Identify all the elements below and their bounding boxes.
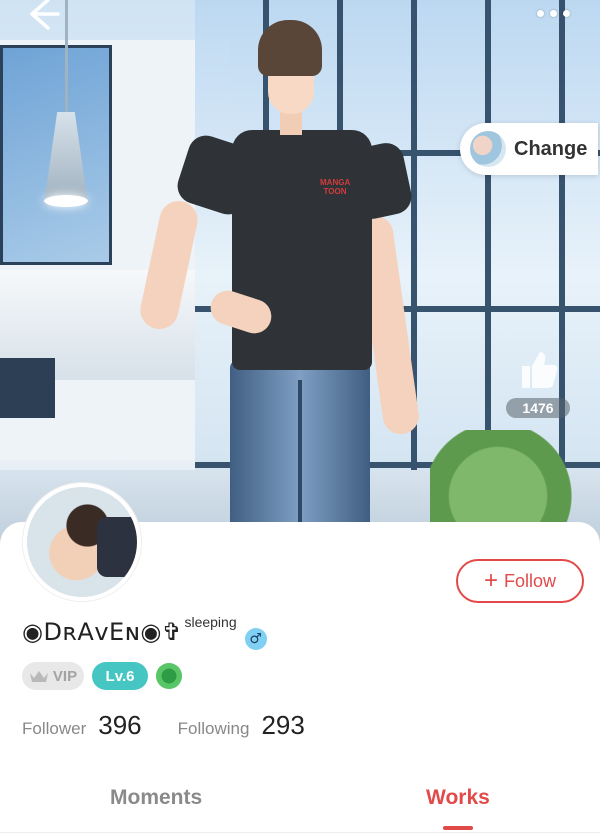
back-button[interactable] <box>22 0 62 34</box>
character-shirt <box>232 130 372 370</box>
character-thumbnail-icon <box>470 131 506 167</box>
crown-icon <box>29 671 48 682</box>
character-arm-left <box>136 197 202 333</box>
character-hero-image: MANGA TOON <box>0 0 600 560</box>
male-icon: ♂ <box>244 628 267 650</box>
follow-label: Follow <box>504 570 557 591</box>
character-hair <box>258 20 322 76</box>
medal-icon[interactable] <box>156 663 182 689</box>
avatar-image <box>97 517 137 577</box>
stats-row: Follower 396 Following 293 <box>22 710 329 741</box>
badge-row: VIP Lv.6 <box>22 662 182 690</box>
thumbs-up-icon <box>522 352 558 388</box>
follower-label[interactable]: Follower <box>22 719 86 739</box>
tab-moments[interactable]: Moments <box>110 786 202 810</box>
follower-count[interactable]: 396 <box>98 710 141 741</box>
character-figure: MANGA TOON <box>0 0 600 560</box>
tab-works[interactable]: Works <box>426 786 490 810</box>
more-dots-icon <box>536 9 544 17</box>
like-button[interactable] <box>518 348 558 390</box>
follow-button[interactable]: + Follow <box>456 559 584 603</box>
following-count[interactable]: 293 <box>261 710 304 741</box>
vip-badge[interactable]: VIP <box>22 662 84 690</box>
more-options-button[interactable] <box>528 4 578 22</box>
user-name: ◉DʀAᴠEɴ◉✞ <box>22 618 183 646</box>
shirt-logo: MANGA TOON <box>320 178 351 196</box>
change-character-button[interactable]: Change <box>460 123 598 175</box>
profile-tabs: Moments Works <box>0 780 600 833</box>
vip-label: VIP <box>52 667 78 685</box>
tab-active-indicator <box>443 826 473 830</box>
plus-icon: + <box>483 567 498 594</box>
level-badge[interactable]: Lv.6 <box>92 662 148 690</box>
more-dot <box>562 9 570 17</box>
following-label[interactable]: Following <box>178 719 250 739</box>
change-label: Change <box>514 137 588 160</box>
like-count: 1476 <box>506 398 570 418</box>
avatar[interactable] <box>23 483 141 601</box>
profile-name-row: ◉DʀAᴠEɴ◉✞ sleeping ♂ <box>22 614 267 650</box>
user-status: sleeping <box>184 614 237 630</box>
arrow-left-icon <box>30 0 60 30</box>
more-dot <box>549 9 557 17</box>
